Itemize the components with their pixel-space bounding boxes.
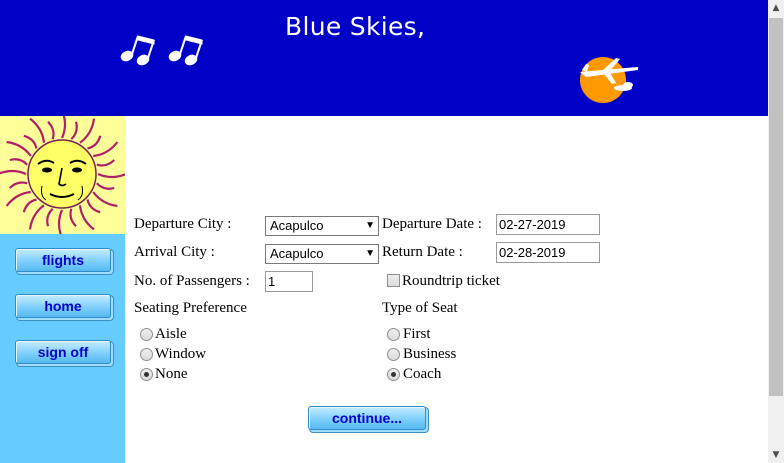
business-label: Business	[403, 346, 457, 362]
site-title: Blue Skies,	[285, 12, 426, 41]
aisle-label: Aisle	[155, 326, 187, 342]
seating-preference-label: Seating Preference	[134, 300, 247, 316]
departure-city-select[interactable]: Acapulco ▼	[265, 216, 379, 236]
sun-ray	[95, 182, 115, 190]
airplane-logo-icon	[580, 57, 638, 103]
sun-ray	[0, 169, 27, 176]
sun-ray	[57, 209, 64, 239]
roundtrip-label: Roundtrip ticket	[402, 273, 500, 289]
window-radio[interactable]	[140, 348, 153, 361]
aisle-radio[interactable]	[140, 328, 153, 341]
arrival-city-value: Acapulco	[270, 246, 324, 261]
sun-ray	[92, 191, 118, 208]
sun-ray	[9, 158, 29, 166]
sun-ray	[47, 121, 55, 140]
seat-type-label: Type of Seat	[382, 300, 458, 316]
return-date-label: Return Date :	[382, 244, 463, 260]
sun-ray	[97, 172, 127, 179]
arrival-city-label: Arrival City :	[134, 244, 215, 260]
sun-face-icon	[0, 109, 127, 239]
sun-ray	[22, 198, 37, 213]
roundtrip-checkbox[interactable]	[387, 274, 400, 287]
coach-label: Coach	[403, 366, 442, 382]
business-radio[interactable]	[387, 348, 400, 361]
sun-ray	[87, 135, 102, 150]
first-label: First	[403, 326, 431, 342]
sun-ray	[46, 207, 54, 227]
scrollbar-thumb[interactable]	[769, 18, 783, 396]
music-notes-icon	[120, 35, 203, 66]
scroll-down-icon[interactable]: ▼	[768, 447, 784, 463]
dropdown-caret-icon: ▼	[365, 248, 375, 259]
sun-ray	[79, 118, 96, 144]
window-label: Window	[155, 346, 207, 362]
scroll-up-icon[interactable]: ▲	[768, 0, 784, 16]
first-radio[interactable]	[387, 328, 400, 341]
sun-ray	[6, 140, 32, 157]
coach-radio[interactable]	[387, 368, 400, 381]
sun-logo	[0, 109, 127, 239]
sun-ray	[70, 121, 78, 141]
continue-button[interactable]: continue...	[308, 406, 426, 430]
departure-city-value: Acapulco	[270, 218, 324, 233]
return-date-input[interactable]: 02-28-2019	[496, 242, 600, 263]
departure-date-label: Departure Date :	[382, 216, 482, 232]
departure-city-label: Departure City :	[134, 216, 232, 232]
sun-ray	[23, 134, 38, 149]
sun-ray	[9, 181, 28, 189]
sun-ray	[69, 208, 77, 227]
dropdown-caret-icon: ▼	[365, 220, 375, 231]
sun-ray	[28, 204, 45, 230]
departure-date-input[interactable]: 02-27-2019	[496, 214, 600, 235]
flights-button[interactable]: flights	[15, 248, 111, 272]
sun-ray	[96, 159, 115, 167]
arrival-city-select[interactable]: Acapulco ▼	[265, 244, 379, 264]
home-button[interactable]: home	[15, 294, 111, 318]
none-label: None	[155, 366, 188, 382]
sun-ray	[60, 109, 67, 139]
sign-off-button[interactable]: sign off	[15, 340, 111, 364]
sun-ray	[86, 199, 101, 214]
none-radio[interactable]	[140, 368, 153, 381]
passengers-label: No. of Passengers :	[134, 273, 250, 289]
passengers-input[interactable]: 1	[265, 271, 313, 292]
